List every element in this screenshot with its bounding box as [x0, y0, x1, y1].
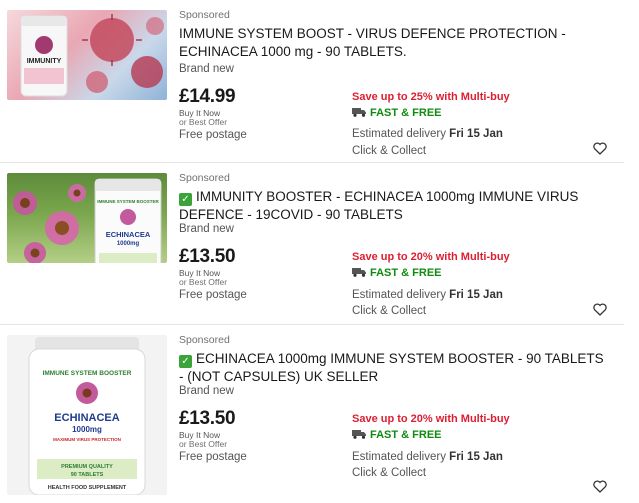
postage: Free postage	[179, 451, 247, 463]
fast-free-badge: FAST & FREE	[352, 107, 442, 119]
listing-title[interactable]: IMMUNE SYSTEM BOOST - VIRUS DEFENCE PROT…	[179, 25, 609, 61]
listing-title[interactable]: ✓ ECHINACEA 1000mg IMMUNE SYSTEM BOOSTER …	[179, 350, 609, 386]
image-count: 90 TABLETS	[71, 472, 104, 478]
condition: Brand new	[179, 385, 234, 397]
click-collect: Click & Collect	[352, 145, 427, 157]
image-label: ECHINACEA	[106, 230, 151, 239]
estimated-delivery: Estimated delivery Fri 15 Jan	[352, 451, 503, 463]
estimated-delivery: Estimated delivery Fri 15 Jan	[352, 128, 503, 140]
listing-title[interactable]: ✓ IMMUNITY BOOSTER - ECHINACEA 1000mg IMM…	[179, 188, 609, 224]
listing-card[interactable]: IMMUNE SYSTEM BOOSTER ECHINACEA 1000mg M…	[0, 325, 624, 503]
best-offer-label: or Best Offer	[179, 117, 228, 127]
multibuy-offer: Save up to 20% with Multi-buy	[352, 413, 510, 425]
best-offer-label: or Best Offer	[179, 439, 228, 449]
delivery-label: Estimated delivery	[352, 289, 446, 301]
buy-format: Buy It Now or Best Offer	[179, 431, 227, 449]
click-collect: Click & Collect	[352, 467, 427, 479]
sponsored-label: Sponsored	[179, 9, 230, 21]
postage: Free postage	[179, 289, 247, 301]
listing-card[interactable]: IMMUNITY Sponsored IMMUNE SYSTEM BOOST -…	[0, 0, 624, 163]
watchlist-heart-icon[interactable]	[589, 475, 611, 497]
price: £14.99	[179, 86, 236, 107]
delivery-date: Fri 15 Jan	[449, 289, 503, 301]
image-footer: HEALTH FOOD SUPPLEMENT	[48, 485, 127, 491]
image-brand: IMMUNE SYSTEM BOOSTER	[43, 370, 132, 377]
listing-title-text: IMMUNITY BOOSTER - ECHINACEA 1000mg IMMU…	[179, 189, 579, 222]
truck-icon	[352, 268, 366, 277]
price: £13.50	[179, 246, 236, 267]
image-label: IMMUNITY	[27, 58, 62, 65]
product-image[interactable]: IMMUNE SYSTEM BOOSTER ECHINACEA 1000mg M…	[7, 335, 167, 495]
delivery-date: Fri 15 Jan	[449, 128, 503, 140]
postage: Free postage	[179, 129, 247, 141]
check-icon: ✓	[179, 355, 192, 368]
truck-icon	[352, 430, 366, 439]
fast-free-label: FAST & FREE	[370, 267, 442, 279]
estimated-delivery: Estimated delivery Fri 15 Jan	[352, 289, 503, 301]
image-sub: 1000mg	[117, 241, 140, 247]
delivery-label: Estimated delivery	[352, 128, 446, 140]
watchlist-heart-icon[interactable]	[589, 137, 611, 159]
image-quality: PREMIUM QUALITY	[61, 464, 113, 470]
buy-format: Buy It Now or Best Offer	[179, 269, 227, 287]
buy-format: Buy It Now or Best Offer	[179, 109, 227, 127]
truck-icon	[352, 108, 366, 117]
fast-free-badge: FAST & FREE	[352, 429, 442, 441]
best-offer-label: or Best Offer	[179, 277, 228, 287]
multibuy-offer: Save up to 20% with Multi-buy	[352, 251, 510, 263]
price: £13.50	[179, 408, 236, 429]
sponsored-label: Sponsored	[179, 172, 230, 184]
image-claim: MAXIMUM VIRUS PROTECTION	[53, 437, 121, 442]
fast-free-badge: FAST & FREE	[352, 267, 442, 279]
multibuy-offer: Save up to 25% with Multi-buy	[352, 91, 510, 103]
product-image[interactable]: IMMUNITY	[7, 10, 167, 100]
image-sub: 1000mg	[72, 425, 102, 434]
watchlist-heart-icon[interactable]	[589, 298, 611, 320]
fast-free-label: FAST & FREE	[370, 107, 442, 119]
image-label: ECHINACEA	[54, 412, 119, 424]
listing-card[interactable]: IMMUNE SYSTEM BOOSTER ECHINACEA 1000mg S…	[0, 163, 624, 325]
product-image[interactable]: IMMUNE SYSTEM BOOSTER ECHINACEA 1000mg	[7, 173, 167, 263]
image-brand: IMMUNE SYSTEM BOOSTER	[97, 199, 159, 204]
condition: Brand new	[179, 63, 234, 75]
click-collect: Click & Collect	[352, 305, 427, 317]
delivery-date: Fri 15 Jan	[449, 451, 503, 463]
listing-title-text: ECHINACEA 1000mg IMMUNE SYSTEM BOOSTER -…	[179, 351, 604, 384]
delivery-label: Estimated delivery	[352, 451, 446, 463]
condition: Brand new	[179, 223, 234, 235]
check-icon: ✓	[179, 193, 192, 206]
sponsored-label: Sponsored	[179, 334, 230, 346]
fast-free-label: FAST & FREE	[370, 429, 442, 441]
